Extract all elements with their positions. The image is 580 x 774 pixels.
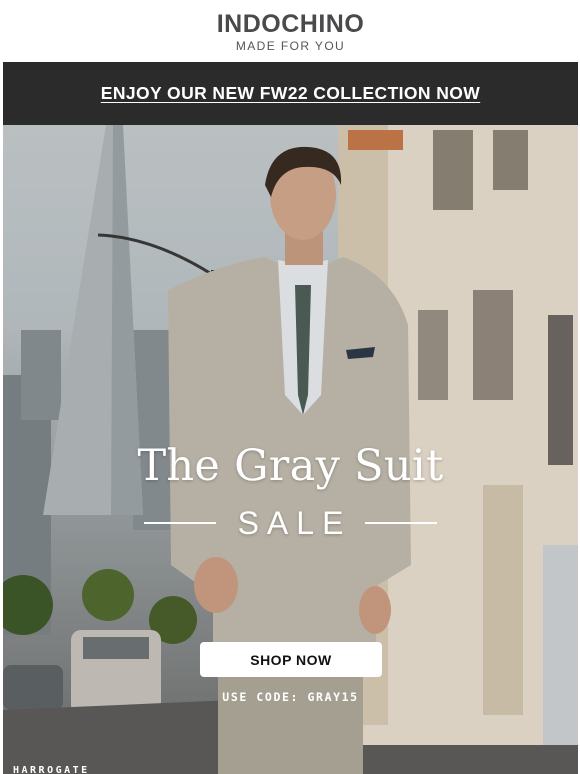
hero-title: The Gray Suit — [137, 441, 444, 491]
brand-tagline: MADE FOR YOU — [235, 39, 346, 53]
shop-now-button[interactable]: SHOP NOW — [200, 642, 382, 677]
sale-label: SALE — [237, 504, 352, 541]
announcement-bar: ENJOY OUR NEW FW22 COLLECTION NOW — [3, 62, 578, 125]
divider-right — [365, 522, 438, 524]
sale-heading: SALE — [3, 505, 578, 541]
hero-banner[interactable]: The Gray Suit SALE SHOP NOW USE CODE: GR… — [3, 125, 578, 774]
collection-link[interactable]: ENJOY OUR NEW FW22 COLLECTION NOW — [101, 83, 480, 104]
product-name-label: HARROGATE — [13, 765, 90, 774]
promo-code: USE CODE: GRAY15 — [222, 690, 359, 704]
email-frame: INDOCHINO MADE FOR YOU ENJOY OUR NEW FW2… — [3, 0, 578, 774]
divider-left — [143, 522, 216, 524]
email-header: INDOCHINO MADE FOR YOU — [3, 0, 578, 62]
brand-logo[interactable]: INDOCHINO — [3, 10, 578, 39]
